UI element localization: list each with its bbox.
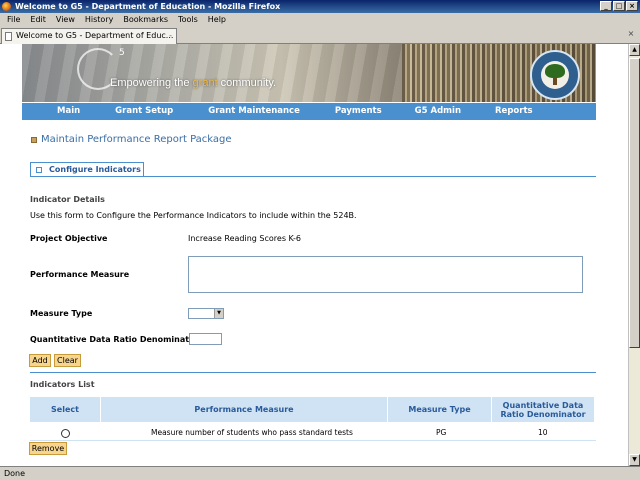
seal-tree — [545, 64, 565, 78]
remove-button[interactable]: Remove — [29, 442, 67, 455]
nav-payments[interactable]: Payments — [335, 103, 382, 120]
col-denominator: Quantitative Data Ratio Denominator — [491, 397, 594, 422]
menu-file[interactable]: File — [2, 13, 25, 26]
denominator-label: Quantitative Data Ratio Denominator — [30, 335, 199, 344]
performance-measure-textarea[interactable] — [188, 256, 583, 293]
col-performance-measure: Performance Measure — [100, 397, 387, 422]
nav-grant-maintenance[interactable]: Grant Maintenance — [208, 103, 300, 120]
nav-main[interactable]: Main — [57, 103, 80, 120]
vertical-scrollbar[interactable]: ▲ ▼ — [628, 44, 640, 466]
row-denominator: 10 — [538, 428, 548, 437]
measure-type-select[interactable]: ▼ — [188, 308, 224, 319]
tab-configure-indicators[interactable]: Configure Indicators — [30, 162, 144, 177]
main-nav: Main Grant Setup Grant Maintenance Payme… — [22, 103, 596, 120]
project-objective-value: Increase Reading Scores K-6 — [188, 234, 301, 243]
status-bar: Done — [0, 466, 640, 480]
browser-tab[interactable]: Welcome to G5 - Department of Educ... - — [1, 28, 177, 44]
browser-tab-label: Welcome to G5 - Department of Educ... — [16, 31, 174, 40]
clear-button[interactable]: Clear — [54, 354, 81, 367]
indicators-table-header: Select Performance Measure Measure Type … — [30, 397, 594, 422]
nav-reports[interactable]: Reports — [495, 103, 533, 120]
close-tab-icon[interactable]: × — [626, 29, 636, 39]
tab-close-icon[interactable]: - — [169, 29, 172, 43]
tagline-after: community. — [217, 77, 277, 89]
row-performance-measure: Measure number of students who pass stan… — [151, 428, 353, 437]
nav-grant-setup[interactable]: Grant Setup — [115, 103, 173, 120]
scroll-thumb[interactable] — [629, 58, 640, 348]
row-select-radio[interactable] — [61, 429, 70, 438]
window-title: Welcome to G5 - Department of Education … — [15, 2, 281, 11]
seal-trunk — [553, 77, 557, 85]
minimize-button[interactable]: _ — [600, 1, 612, 11]
row-divider — [30, 440, 596, 441]
department-seal-icon — [530, 50, 580, 100]
menu-history[interactable]: History — [80, 13, 118, 26]
window-titlebar: Welcome to G5 - Department of Education … — [0, 0, 640, 13]
tagline-before: Empowering the — [110, 77, 193, 89]
scroll-up-icon[interactable]: ▲ — [629, 44, 640, 56]
g5-logo-mark: 5 — [119, 48, 125, 58]
page-icon — [5, 32, 12, 41]
menu-edit[interactable]: Edit — [25, 13, 51, 26]
indicator-details-heading: Indicator Details — [30, 195, 105, 204]
menu-view[interactable]: View — [51, 13, 80, 26]
page-title: Maintain Performance Report Package — [41, 134, 232, 145]
menu-tools[interactable]: Tools — [173, 13, 203, 26]
tab-indicator-icon — [36, 167, 42, 173]
tagline-accent: grant — [192, 77, 218, 89]
banner-tagline: Empowering the grant community. — [110, 77, 276, 89]
nav-g5-admin[interactable]: G5 Admin — [415, 103, 461, 120]
firefox-icon — [2, 2, 11, 11]
list-divider — [30, 372, 596, 373]
menu-bookmarks[interactable]: Bookmarks — [118, 13, 173, 26]
dropdown-arrow-icon: ▼ — [214, 309, 223, 318]
page-viewport: 5 Empowering the grant community. Main G… — [0, 44, 628, 466]
col-measure-type: Measure Type — [387, 397, 491, 422]
browser-tab-bar: Welcome to G5 - Department of Educ... - — [0, 26, 640, 44]
tab-configure-indicators-label: Configure Indicators — [49, 165, 141, 174]
instructions-text: Use this form to Configure the Performan… — [30, 211, 357, 220]
scroll-down-icon[interactable]: ▼ — [629, 454, 640, 466]
close-window-button[interactable]: × — [626, 1, 638, 11]
row-measure-type: PG — [436, 428, 447, 437]
status-text: Done — [4, 469, 26, 478]
measure-type-label: Measure Type — [30, 309, 93, 318]
page-title-icon — [31, 137, 37, 143]
maximize-button[interactable]: □ — [613, 1, 625, 11]
menu-help[interactable]: Help — [203, 13, 231, 26]
performance-measure-label: Performance Measure — [30, 270, 130, 279]
menu-bar: File Edit View History Bookmarks Tools H… — [0, 13, 640, 26]
indicators-list-heading: Indicators List — [30, 380, 95, 389]
section-divider — [30, 176, 596, 177]
denominator-input[interactable] — [189, 333, 222, 345]
project-objective-label: Project Objective — [30, 234, 108, 243]
add-button[interactable]: Add — [29, 354, 51, 367]
col-select: Select — [51, 405, 79, 414]
g5-banner: 5 Empowering the grant community. — [22, 44, 596, 102]
